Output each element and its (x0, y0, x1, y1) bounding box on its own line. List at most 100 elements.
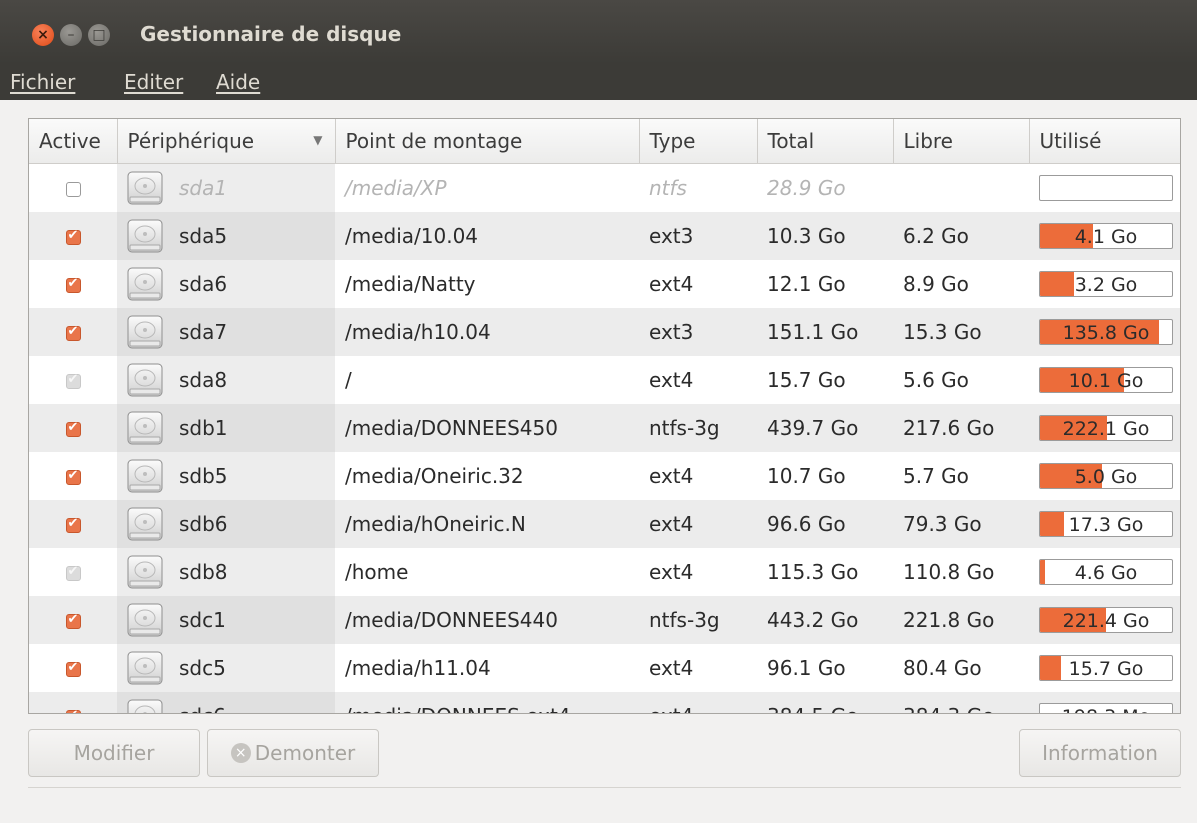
used-cell: 135.8 Go (1029, 308, 1180, 356)
device-cell: sdc5 (117, 644, 335, 692)
unmount-button[interactable]: × Demonter (207, 729, 379, 777)
hard-disk-icon (127, 411, 163, 445)
column-header-device[interactable]: Périphérique ▼ (117, 119, 336, 164)
active-checkbox[interactable]: ✔ (65, 276, 81, 293)
device-cell: sda8 (117, 356, 335, 404)
active-checkbox[interactable]: ✔ (65, 468, 81, 485)
active-checkbox[interactable]: ✔ (65, 660, 81, 677)
total-size: 151.1 Go (757, 308, 893, 356)
table-row[interactable]: ✔ sdb1/media/DONNEES450 ntfs-3g 439.7 Go 217… (29, 404, 1180, 452)
device-name: sdb5 (179, 464, 228, 488)
table-row[interactable]: ✔ sdb8/home ext4 115.3 Go 110.8 Go 4.6 Go (29, 548, 1180, 596)
table-row[interactable]: ✔ sdc6/media/DONNEES.ext4ext4384.5 Go384.… (29, 692, 1180, 713)
used-cell: 15.7 Go (1029, 644, 1180, 692)
column-header-free[interactable]: Libre (893, 119, 1030, 164)
unmount-button-label: Demonter (254, 741, 356, 765)
active-checkbox[interactable]: ✔ (65, 420, 81, 437)
column-header-used[interactable]: Utilisé (1029, 119, 1180, 164)
hard-disk-icon (127, 555, 163, 589)
active-cell: ✔ (29, 500, 117, 548)
title-bar: × – □ Gestionnaire de disque (0, 0, 1197, 64)
menu-fichier[interactable]: Fichier (10, 70, 75, 94)
device-cell: sdb5 (117, 452, 335, 500)
device-name: sda6 (179, 272, 228, 296)
fs-type: ntfs-3g (639, 404, 757, 452)
table-row[interactable]: ✔ sda5/media/10.04 ext3 10.3 Go 6.2 Go 4.1 Go (29, 212, 1180, 260)
column-header-total[interactable]: Total (757, 119, 894, 164)
used-value: 198.3 Mo (1040, 706, 1172, 713)
menu-editer[interactable]: Editer (124, 70, 183, 94)
mount-point: /media/h10.04 (335, 308, 639, 356)
check-icon: ✔ (67, 660, 79, 675)
free-size: 80.4 Go (903, 656, 982, 680)
column-header-active[interactable]: Active (29, 119, 118, 164)
column-header-type[interactable]: Type (639, 119, 758, 164)
mount-point: /media/10.04 (335, 212, 639, 260)
used-value: 4.6 Go (1074, 562, 1138, 584)
sort-arrow-icon: ▼ (313, 133, 323, 147)
menu-aide[interactable]: Aide (216, 70, 260, 94)
free-size: 5.7 Go (903, 464, 969, 488)
free-size: 15.3 Go (893, 308, 1029, 356)
hard-disk-icon (127, 219, 163, 253)
fs-type: ext3 (639, 308, 757, 356)
active-cell: ✔ (29, 644, 117, 692)
column-header-device-label: Périphérique (127, 129, 255, 153)
table-header: Active Périphérique ▼ Point de montage Ty… (29, 119, 1180, 164)
device-name: sdb8 (179, 560, 228, 584)
table-row[interactable]: ✔ sda7/media/h10.04 ext3 151.1 Go 15.3 Go 135… (29, 308, 1180, 356)
fs-type: ext4 (639, 500, 757, 548)
active-checkbox[interactable]: ✔ (65, 708, 81, 713)
fs-type: ext4 (649, 656, 694, 680)
used-cell: 4.6 Go (1029, 548, 1180, 596)
active-checkbox[interactable]: ✔ (65, 612, 81, 629)
usage-bar: 221.4 Go (1039, 607, 1173, 633)
used-cell: 5.0 Go (1029, 452, 1180, 500)
active-checkbox[interactable]: ✔ (65, 516, 81, 533)
active-checkbox[interactable]: ✔ (65, 564, 81, 581)
active-checkbox[interactable]: ✔ (65, 372, 81, 389)
mount-point: /media/XP (345, 176, 447, 200)
used-value: 222.1 Go (1062, 418, 1150, 440)
active-cell: ✔ (29, 548, 117, 596)
table-row[interactable]: ✔ sda6/media/Natty ext4 12.1 Go 8.9 Go 3.2 Go (29, 260, 1180, 308)
total-size: 28.9 Go (767, 176, 846, 200)
usage-bar: 135.8 Go (1039, 319, 1173, 345)
mount-point: / (345, 368, 352, 392)
table-row[interactable]: ✔ sdb6/media/hOneiric.N ext4 96.6 Go 79.3 Go… (29, 500, 1180, 548)
active-cell: ✔ (29, 260, 117, 308)
active-checkbox[interactable] (65, 182, 81, 197)
minimize-icon[interactable]: – (60, 24, 82, 46)
device-cell: sda6 (117, 260, 335, 308)
active-cell: ✔ (29, 308, 117, 356)
usage-bar: 4.1 Go (1039, 223, 1173, 249)
mount-point: /media/h11.04 (345, 656, 491, 680)
active-checkbox[interactable]: ✔ (65, 324, 81, 341)
device-name: sda1 (179, 176, 228, 200)
partition-table: Active Périphérique ▼ Point de montage Ty… (28, 118, 1181, 714)
active-checkbox[interactable]: ✔ (65, 228, 81, 245)
usage-bar: 198.3 Mo (1039, 703, 1173, 713)
device-name: sdc6 (179, 704, 226, 713)
used-cell: 17.3 Go (1029, 500, 1180, 548)
table-row[interactable]: ✔ sdc1/media/DONNEES440 ntfs-3g 443.2 Go 221… (29, 596, 1180, 644)
column-header-mount[interactable]: Point de montage (335, 119, 640, 164)
usage-bar: 10.1 Go (1039, 367, 1173, 393)
active-cell: ✔ (29, 692, 117, 713)
close-icon[interactable]: × (32, 24, 54, 46)
modify-button[interactable]: Modifier (28, 729, 200, 777)
usage-bar: 222.1 Go (1039, 415, 1173, 441)
mount-point: /media/hOneiric.N (335, 500, 639, 548)
total-size: 10.3 Go (757, 212, 893, 260)
total-size: 10.7 Go (767, 464, 846, 488)
table-row[interactable]: ✔ sdc5/media/h11.04 ext4 96.1 Go 80.4 Go 15.7… (29, 644, 1180, 692)
mount-point: /media/DONNEES440 (335, 596, 639, 644)
information-button[interactable]: Information (1019, 729, 1181, 777)
maximize-icon[interactable]: □ (88, 24, 110, 46)
table-row[interactable]: ✔ sda8 / ext4 15.7 Go 5.6 Go 10.1 Go (29, 356, 1180, 404)
hard-disk-icon (127, 603, 163, 637)
fs-type: ext4 (649, 272, 694, 296)
table-row[interactable]: sda1/media/XP ntfs 28.9 Go (29, 163, 1180, 212)
device-cell: sdc6 (117, 692, 335, 713)
table-row[interactable]: ✔ sdb5/media/Oneiric.32 ext4 10.7 Go 5.7 Go 5… (29, 452, 1180, 500)
